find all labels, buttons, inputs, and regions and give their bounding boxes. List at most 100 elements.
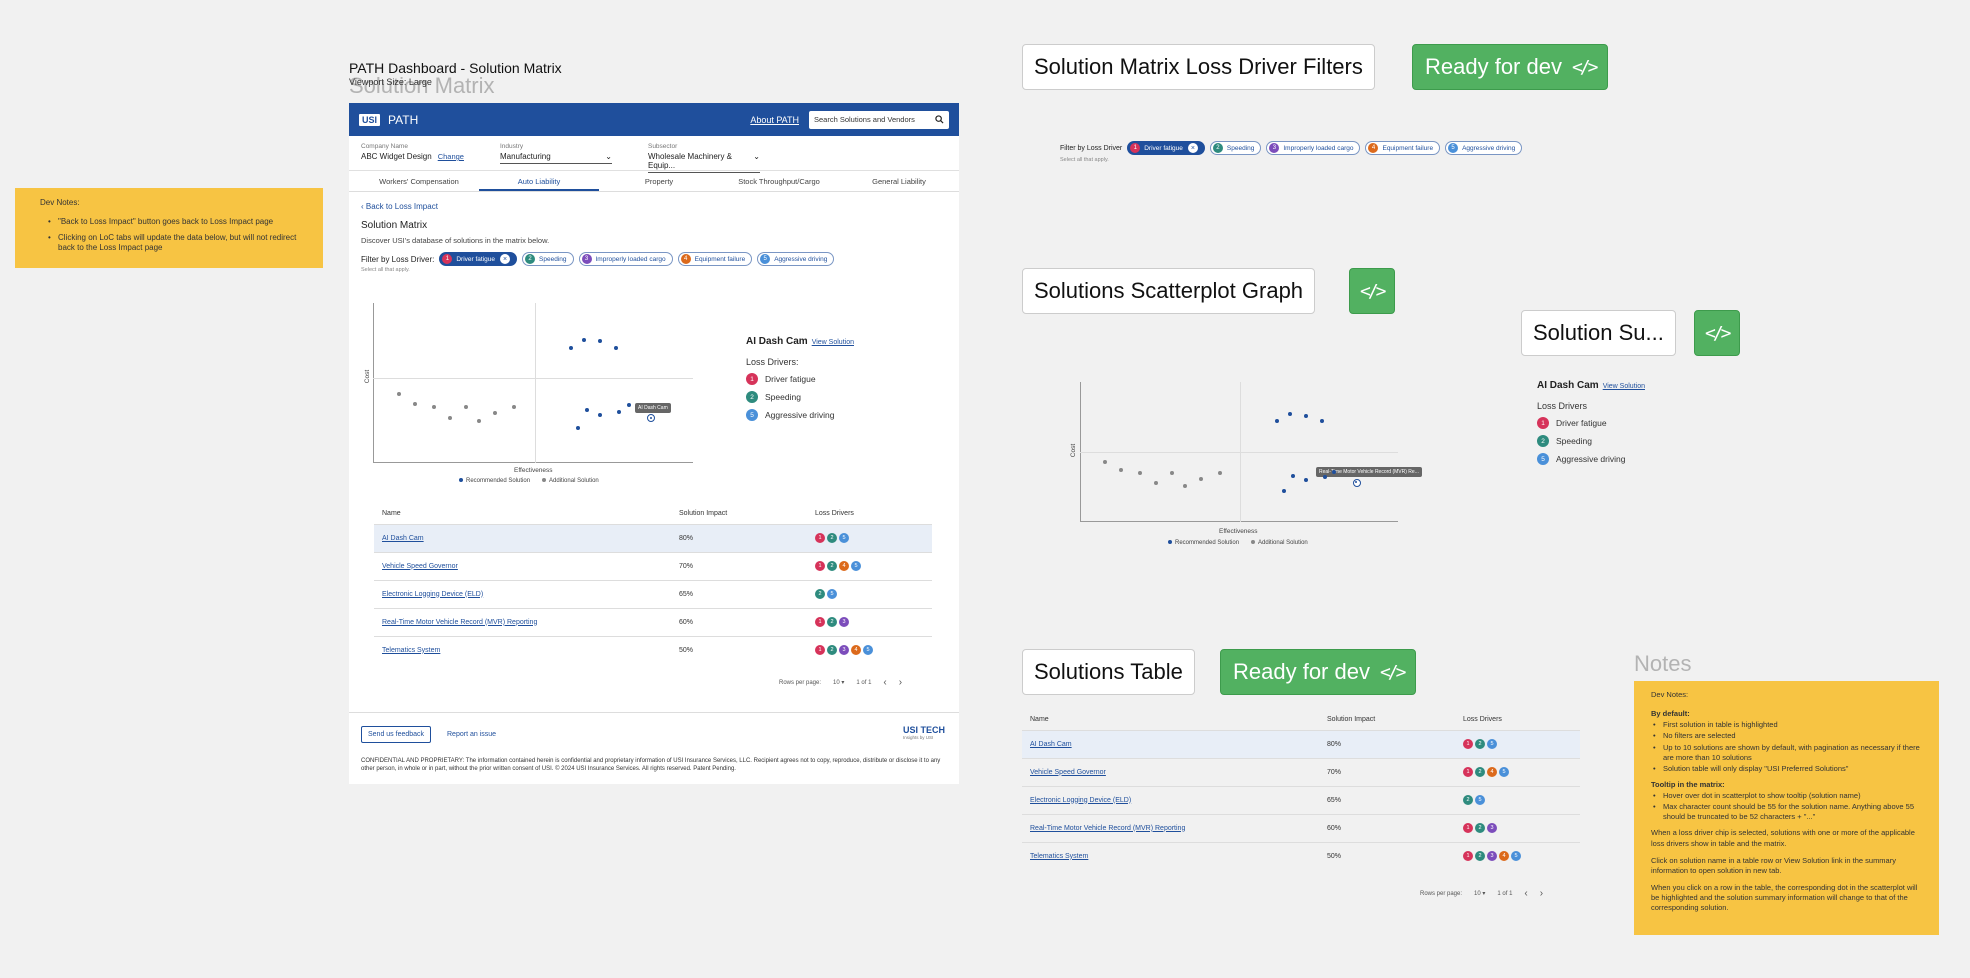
chevron-left-icon[interactable]: ‹ xyxy=(1524,888,1527,899)
view-solution-link[interactable]: View Solution xyxy=(812,339,854,346)
scatter-point-recommended[interactable] xyxy=(598,413,603,417)
scatter-point-additional[interactable] xyxy=(1170,471,1175,475)
scatter-point-additional[interactable] xyxy=(396,392,401,397)
code-badge[interactable]: </> xyxy=(1349,268,1395,314)
scatter-point-recommended[interactable] xyxy=(1303,478,1308,482)
back-to-loss-impact-link[interactable]: ‹ Back to Loss Impact xyxy=(361,202,959,211)
scatter-point-recommended[interactable] xyxy=(614,345,619,350)
tab-stock-throughput[interactable]: Stock Throughput/Cargo xyxy=(719,171,839,191)
chip-number: 5 xyxy=(760,254,771,264)
tab-property[interactable]: Property xyxy=(599,171,719,191)
table-row[interactable]: Electronic Logging Device (ELD) 65% 2 5 xyxy=(1022,785,1580,814)
table-row[interactable]: Telematics System 50% 1 2 3 4 5 xyxy=(374,635,932,664)
table-row[interactable]: Vehicle Speed Governor 70% 1 2 4 5 xyxy=(1022,757,1580,786)
chip-equipment-failure[interactable]: 4 Equipment failure xyxy=(677,252,753,266)
solution-name-link[interactable]: Telematics System xyxy=(1030,853,1088,860)
scatter-point-recommended[interactable] xyxy=(617,409,622,414)
ready-for-dev-badge[interactable]: Ready for dev </> xyxy=(1412,44,1609,90)
scatter-point-recommended[interactable] xyxy=(1319,419,1324,424)
scatter-point-recommended[interactable] xyxy=(585,408,590,413)
tab-auto-liability[interactable]: Auto Liability xyxy=(479,171,599,191)
change-link[interactable]: Change xyxy=(438,152,464,161)
solution-name-link[interactable]: Electronic Logging Device (ELD) xyxy=(382,591,483,598)
scatter-point-recommended[interactable] xyxy=(1291,473,1296,478)
scatter-point-additional[interactable] xyxy=(1103,459,1108,464)
scatter-point-additional[interactable] xyxy=(1182,483,1187,488)
scatter-point-recommended[interactable] xyxy=(575,425,580,430)
tab-general-liability[interactable]: General Liability xyxy=(839,171,959,191)
scatter-point-recommended[interactable] xyxy=(1322,475,1327,480)
scatter-point-recommended[interactable] xyxy=(598,339,603,344)
report-issue-link[interactable]: Report an issue xyxy=(447,731,496,738)
solution-name-link[interactable]: Vehicle Speed Governor xyxy=(382,563,458,570)
close-icon[interactable]: × xyxy=(1187,143,1198,153)
table-row[interactable]: Real-Time Motor Vehicle Record (MVR) Rep… xyxy=(374,607,932,636)
chip-aggressive-driving[interactable]: 5 Aggressive driving xyxy=(1445,141,1523,155)
scatter-point-additional[interactable] xyxy=(492,411,497,416)
scatter-point-recommended[interactable] xyxy=(1275,419,1280,424)
subsector-select[interactable]: Wholesale Machinery & Equip... ⌄ xyxy=(647,152,760,173)
scatter-point-selected[interactable] xyxy=(647,414,656,423)
scatter-point-additional[interactable] xyxy=(431,405,436,409)
rows-per-page-select[interactable]: 10 ▾ xyxy=(1474,890,1485,897)
loss-driver-badge: 5 xyxy=(1499,767,1509,777)
chevron-right-icon[interactable]: › xyxy=(1540,888,1543,899)
solution-name-link[interactable]: AI Dash Cam xyxy=(382,535,424,542)
code-badge[interactable]: </> xyxy=(1694,310,1740,356)
scatter-point-additional[interactable] xyxy=(447,416,452,421)
table-row[interactable]: Real-Time Motor Vehicle Record (MVR) Rep… xyxy=(1022,813,1580,842)
chip-speeding[interactable]: 2 Speeding xyxy=(522,252,574,266)
chip-driver-fatigue[interactable]: 1 Driver fatigue × xyxy=(1127,141,1205,155)
brand-name[interactable]: PATH xyxy=(388,113,418,127)
scatter-point-recommended[interactable] xyxy=(582,337,587,342)
driver-label: Driver fatigue xyxy=(1556,418,1607,428)
search-icon[interactable] xyxy=(935,115,944,124)
send-feedback-button[interactable]: Send us feedback xyxy=(361,726,432,743)
chip-improperly-loaded-cargo[interactable]: 3 Improperly loaded cargo xyxy=(578,252,673,266)
chevron-left-icon[interactable]: ‹ xyxy=(883,677,886,688)
loss-driver-badges: 12345 xyxy=(815,635,932,664)
chevron-right-icon[interactable]: › xyxy=(899,677,902,688)
close-icon[interactable]: × xyxy=(500,254,511,264)
solution-name-link[interactable]: Telematics System xyxy=(382,647,440,654)
tab-workers-comp[interactable]: Workers' Compensation xyxy=(359,171,479,191)
chip-driver-fatigue[interactable]: 1 Driver fatigue × xyxy=(439,252,518,266)
view-solution-link[interactable]: View Solution xyxy=(1603,383,1645,390)
table-row[interactable]: AI Dash Cam 80% 1 2 5 xyxy=(1022,729,1580,758)
table-row[interactable]: Vehicle Speed Governor 70% 1 2 4 5 xyxy=(374,551,932,580)
table-row[interactable]: Telematics System 50% 1 2 3 4 5 xyxy=(1022,841,1580,870)
chip-equipment-failure[interactable]: 4 Equipment failure xyxy=(1365,141,1441,155)
scatter-point-selected[interactable] xyxy=(1352,478,1361,487)
solution-impact: 50% xyxy=(679,635,815,664)
chip-speeding[interactable]: 2 Speeding xyxy=(1209,141,1262,155)
scatter-point-additional[interactable] xyxy=(412,401,417,406)
about-link[interactable]: About PATH xyxy=(750,115,799,125)
solution-name-link[interactable]: AI Dash Cam xyxy=(1030,741,1072,748)
search-input[interactable]: Search Solutions and Vendors xyxy=(809,110,949,129)
scatter-point-recommended[interactable] xyxy=(627,403,631,408)
usi-logo[interactable]: USI xyxy=(359,113,381,126)
scatter-point-additional[interactable] xyxy=(511,405,516,409)
solution-name-link[interactable]: Vehicle Speed Governor xyxy=(1030,769,1106,776)
industry-select[interactable]: Manufacturing ⌄ xyxy=(499,152,612,164)
solution-name-link[interactable]: Electronic Logging Device (ELD) xyxy=(1030,797,1131,804)
chip-improperly-loaded-cargo[interactable]: 3 Improperly loaded cargo xyxy=(1266,141,1361,155)
scatter-point-additional[interactable] xyxy=(1217,471,1222,475)
solution-name-link[interactable]: Real-Time Motor Vehicle Record (MVR) Rep… xyxy=(1030,825,1185,832)
scatter-point-recommended[interactable] xyxy=(1281,489,1286,494)
scatter-point-additional[interactable] xyxy=(476,419,481,424)
table-row[interactable]: AI Dash Cam 80% 1 2 5 xyxy=(374,523,932,552)
scatter-point-recommended[interactable] xyxy=(1303,413,1308,418)
scatter-point-additional[interactable] xyxy=(1138,471,1143,475)
scatter-point-additional[interactable] xyxy=(1154,480,1159,485)
solution-name-link[interactable]: Real-Time Motor Vehicle Record (MVR) Rep… xyxy=(382,619,537,626)
ready-for-dev-badge[interactable]: Ready for dev </> xyxy=(1220,649,1417,695)
rows-per-page-select[interactable]: 10 ▾ xyxy=(833,679,844,686)
chip-aggressive-driving[interactable]: 5 Aggressive driving xyxy=(757,252,835,266)
scatter-point-recommended[interactable] xyxy=(569,345,574,350)
table-row[interactable]: Electronic Logging Device (ELD) 65% 2 5 xyxy=(374,579,932,608)
scatter-point-additional[interactable] xyxy=(1119,468,1124,473)
scatter-point-additional[interactable] xyxy=(463,405,468,409)
scatter-point-additional[interactable] xyxy=(1198,476,1203,481)
scatter-point-recommended[interactable] xyxy=(1287,412,1292,417)
